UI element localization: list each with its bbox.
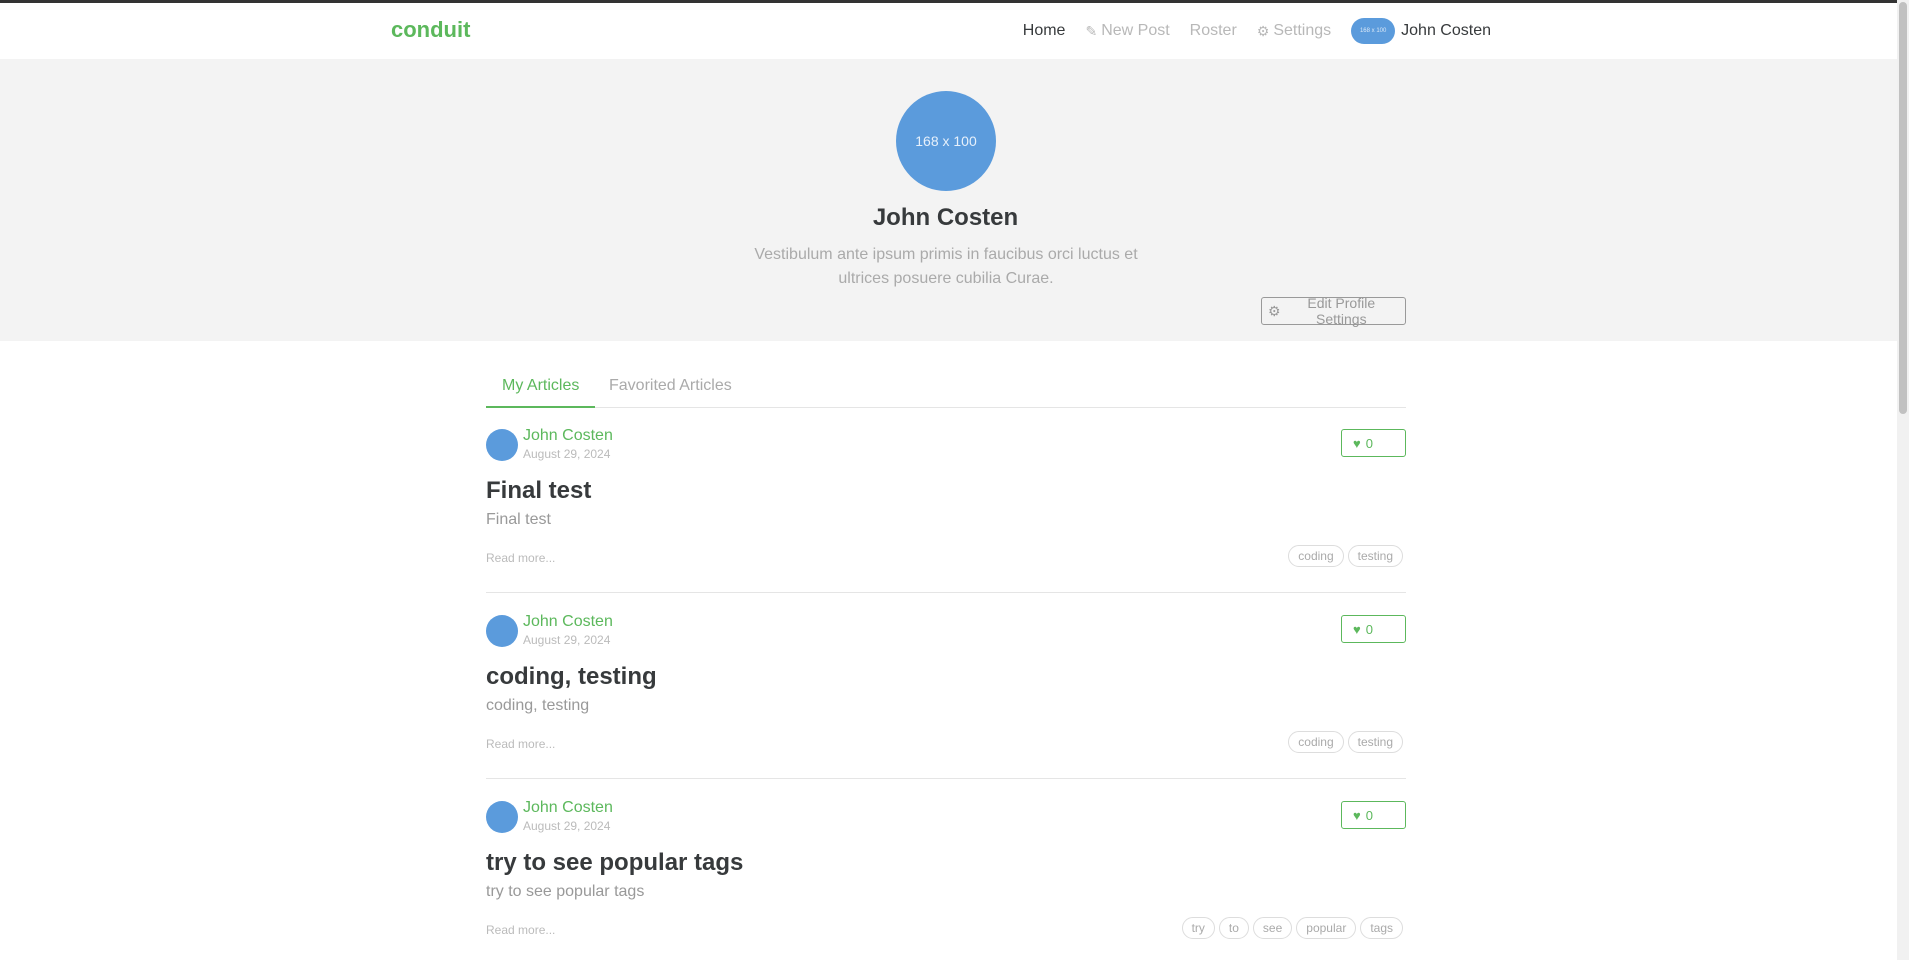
nav-home[interactable]: Home: [1013, 22, 1076, 40]
favorite-button[interactable]: ♥ 0: [1341, 801, 1406, 829]
heart-icon: ♥: [1353, 621, 1361, 637]
tag-pill[interactable]: testing: [1347, 731, 1403, 753]
article-title[interactable]: coding, testing: [486, 663, 657, 691]
nav-user-avatar: 168 x 100: [1351, 18, 1396, 44]
page-scrollbar[interactable]: [1897, 0, 1909, 960]
article-title[interactable]: try to see popular tags: [486, 849, 743, 877]
scrollbar-thumb[interactable]: [1899, 2, 1907, 414]
edit-icon: ✎: [1085, 22, 1098, 39]
favorite-count: 0: [1365, 435, 1373, 451]
nav-links: Home ✎ New Post Roster ⚙ Settings 168 x …: [1013, 3, 1501, 59]
nav-user-profile[interactable]: 168 x 100 John Costen: [1341, 18, 1501, 44]
edit-profile-settings-button[interactable]: ⚙ Edit Profile Settings: [1261, 295, 1406, 327]
article-date: August 29, 2024: [523, 819, 611, 833]
gear-icon: ⚙: [1268, 302, 1281, 319]
nav-new-post[interactable]: ✎ New Post: [1075, 22, 1179, 40]
article-preview: John Costen August 29, 2024 ♥ 0 coding, …: [486, 593, 1406, 779]
favorite-count: 0: [1365, 807, 1373, 823]
navbar: conduit Home ✎ New Post Roster ⚙ Setting…: [0, 3, 1897, 60]
tag-list: coding testing: [1288, 545, 1403, 567]
articles-tabs: My Articles Favorited Articles: [486, 370, 1406, 408]
heart-icon: ♥: [1353, 435, 1361, 451]
read-more-link[interactable]: Read more...: [486, 551, 555, 565]
article-title[interactable]: Final test: [486, 477, 591, 505]
author-avatar[interactable]: [486, 801, 518, 833]
heart-icon: ♥: [1353, 807, 1361, 823]
tag-pill[interactable]: tags: [1360, 917, 1403, 939]
author-name[interactable]: John Costen: [523, 799, 613, 817]
author-name[interactable]: John Costen: [523, 427, 613, 445]
profile-banner: 168 x 100 John Costen Vestibulum ante ip…: [0, 59, 1897, 341]
tab-my-articles[interactable]: My Articles: [486, 370, 596, 408]
profile-avatar: 168 x 100: [896, 91, 996, 191]
article-date: August 29, 2024: [523, 633, 611, 647]
read-more-link[interactable]: Read more...: [486, 737, 555, 751]
nav-user-name: John Costen: [1401, 22, 1491, 39]
tag-pill[interactable]: testing: [1347, 545, 1403, 567]
tag-pill[interactable]: coding: [1288, 545, 1344, 567]
tag-pill[interactable]: popular: [1296, 917, 1357, 939]
tab-favorited-articles[interactable]: Favorited Articles: [593, 370, 748, 406]
article-preview: John Costen August 29, 2024 ♥ 0 Final te…: [486, 407, 1406, 593]
read-more-link[interactable]: Read more...: [486, 923, 555, 937]
favorite-button[interactable]: ♥ 0: [1341, 429, 1406, 457]
brand-logo[interactable]: conduit: [391, 17, 470, 43]
nav-roster-label: Roster: [1189, 22, 1237, 39]
tag-list: coding testing: [1288, 731, 1403, 753]
author-avatar[interactable]: [486, 429, 518, 461]
nav-new-post-label: New Post: [1101, 22, 1170, 39]
favorite-button[interactable]: ♥ 0: [1341, 615, 1406, 643]
favorite-count: 0: [1365, 621, 1373, 637]
profile-name: John Costen: [872, 204, 1019, 231]
article-description: coding, testing: [486, 697, 590, 714]
nav-settings[interactable]: ⚙ Settings: [1247, 22, 1341, 40]
tag-pill[interactable]: to: [1218, 917, 1249, 939]
author-avatar[interactable]: [486, 615, 518, 647]
article-description: Final test: [486, 511, 551, 528]
profile-bio: Vestibulum ante ipsum primis in faucibus…: [754, 246, 1138, 287]
article-date: August 29, 2024: [523, 447, 611, 461]
article-description: try to see popular tags: [486, 883, 645, 900]
nav-home-label: Home: [1022, 22, 1066, 39]
tag-pill[interactable]: try: [1181, 917, 1215, 939]
nav-settings-label: Settings: [1273, 22, 1332, 39]
author-name[interactable]: John Costen: [523, 613, 613, 631]
gear-icon: ⚙: [1256, 22, 1270, 39]
nav-roster[interactable]: Roster: [1180, 22, 1247, 40]
tag-pill[interactable]: coding: [1288, 731, 1344, 753]
tag-pill[interactable]: see: [1252, 917, 1293, 939]
edit-profile-settings-label: Edit Profile Settings: [1307, 295, 1376, 327]
article-preview: John Costen August 29, 2024 ♥ 0 try to s…: [486, 779, 1406, 965]
tag-list: try to see popular tags: [1181, 917, 1403, 939]
